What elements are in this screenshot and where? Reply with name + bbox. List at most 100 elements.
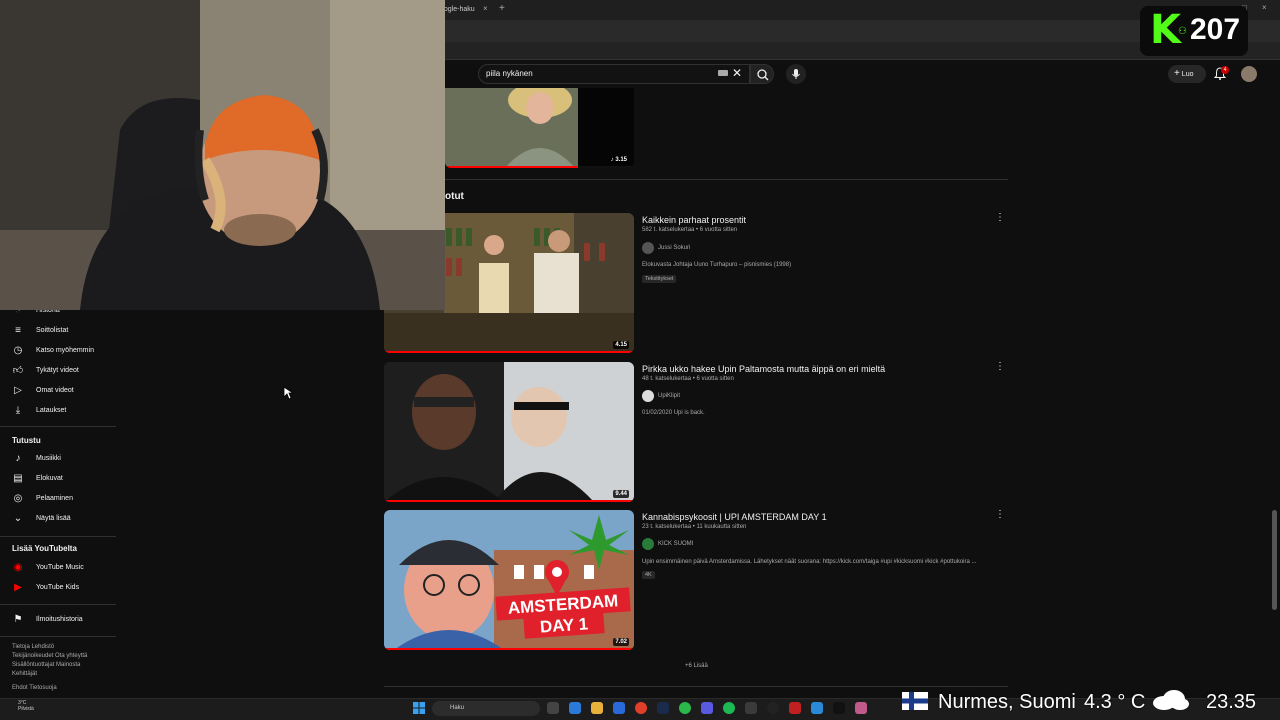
sidebar-divider bbox=[0, 636, 116, 637]
sidebar-item-report-history[interactable]: ⚑ Ilmoitushistoria bbox=[12, 612, 117, 630]
download-icon: ⤓ bbox=[15, 405, 21, 416]
youtube-kids-icon: ▶ bbox=[14, 582, 22, 593]
sidebar: ◔ Historia ≡ Soittolistat ◷ Katso myöhem… bbox=[0, 305, 120, 698]
app-icon[interactable] bbox=[833, 702, 845, 714]
sidebar-item-your-videos[interactable]: ▷ Omat videot bbox=[12, 383, 117, 401]
top-video-thumbnail[interactable]: ♪ 3.15 bbox=[445, 88, 634, 168]
sidebar-item-label: Musiikki bbox=[36, 455, 61, 462]
sidebar-item-label: Omat videot bbox=[36, 387, 74, 394]
stream-location: Nurmes, Suomi bbox=[938, 691, 1076, 713]
clear-search-icon[interactable]: ✕ bbox=[732, 66, 742, 80]
tab-close-icon[interactable]: × bbox=[483, 4, 488, 13]
channel-avatar[interactable] bbox=[642, 538, 654, 550]
sidebar-footer: Tietoja Lehdistö Tekijänoikeudet Ota yht… bbox=[12, 643, 112, 693]
finland-flag-icon bbox=[902, 692, 928, 710]
taskbar-search[interactable]: Haku bbox=[432, 701, 540, 716]
video-title-3[interactable]: Kannabispsykoosit | UPI AMSTERDAM DAY 1 bbox=[642, 512, 827, 522]
sidebar-item-movies[interactable]: ▤ Elokuvat bbox=[12, 471, 117, 489]
sidebar-divider bbox=[0, 604, 116, 605]
window-close-icon[interactable]: × bbox=[1262, 3, 1267, 12]
stream-time: 23.35 bbox=[1206, 691, 1257, 713]
video-thumbnail-3[interactable]: AMSTERDAM DAY 1 7.02 bbox=[384, 510, 634, 650]
sidebar-item-gaming[interactable]: ◎ Pelaaminen bbox=[12, 491, 117, 509]
spotify-icon[interactable] bbox=[723, 702, 735, 714]
search-button[interactable] bbox=[750, 64, 774, 84]
thumbs-up-icon: 👍︎ bbox=[12, 365, 24, 376]
voice-search-button[interactable] bbox=[786, 64, 806, 84]
show-more-link[interactable]: +6 Lisää bbox=[685, 663, 708, 669]
sidebar-item-label: YouTube Music bbox=[36, 564, 84, 571]
account-avatar[interactable] bbox=[1241, 66, 1257, 82]
viewer-count: 207 bbox=[1190, 13, 1241, 46]
video-description-3: Upin ensimmäinen päivä Amsterdamissa. Lä… bbox=[642, 559, 977, 565]
amsterdam-thumbnail-image: AMSTERDAM DAY 1 bbox=[384, 510, 634, 650]
page-scrollbar[interactable] bbox=[1272, 510, 1277, 610]
sidebar-item-show-more[interactable]: ⌄ Näytä lisää bbox=[12, 511, 117, 529]
more-actions-icon[interactable]: ⋮ bbox=[995, 510, 1005, 520]
more-actions-icon[interactable]: ⋮ bbox=[995, 213, 1005, 223]
footer-links-5[interactable]: Ehdot Tietosuoja bbox=[12, 684, 112, 693]
footer-links-3[interactable]: Sisällöntuottajat Mainosta bbox=[12, 661, 112, 670]
app-icon[interactable] bbox=[745, 702, 757, 714]
steam-icon[interactable] bbox=[657, 702, 669, 714]
video-duration: 7.02 bbox=[613, 638, 629, 646]
play-square-icon: ▷ bbox=[14, 385, 22, 396]
sidebar-item-downloads[interactable]: ⤓ Lataukset bbox=[12, 403, 117, 421]
video-title-2[interactable]: Pirkka ukko hakee Upin Paltamosta mutta … bbox=[642, 364, 885, 374]
watch-progress-bar bbox=[445, 166, 578, 168]
watch-progress-bar bbox=[384, 351, 634, 353]
app-icon[interactable] bbox=[767, 702, 779, 714]
portrait-image bbox=[445, 88, 634, 168]
channel-avatar[interactable] bbox=[642, 390, 654, 402]
sidebar-item-youtube-music[interactable]: ◉ YouTube Music bbox=[12, 560, 117, 578]
more-actions-icon[interactable]: ⋮ bbox=[995, 362, 1005, 372]
windows-start-icon[interactable] bbox=[413, 702, 425, 714]
store-icon[interactable] bbox=[613, 702, 625, 714]
sidebar-item-playlists[interactable]: ≡ Soittolistat bbox=[12, 323, 117, 341]
film-icon: ▤ bbox=[13, 473, 23, 484]
music-icon: ♪ bbox=[15, 453, 21, 464]
channel-name-2[interactable]: UpiKlipit bbox=[658, 393, 680, 399]
channel-name-3[interactable]: KICK SUOMI bbox=[658, 541, 693, 547]
footer-links-2[interactable]: Tekijänoikeudet Ota yhteyttä bbox=[12, 652, 112, 661]
chevron-down-icon: ⌄ bbox=[13, 513, 23, 524]
browser-tab-label[interactable]: oogle-haku bbox=[440, 2, 500, 20]
discord-icon[interactable] bbox=[701, 702, 713, 714]
keyboard-icon[interactable] bbox=[718, 70, 728, 76]
new-tab-icon[interactable]: + bbox=[499, 3, 505, 14]
plus-icon: + bbox=[1174, 68, 1180, 79]
mouse-cursor-icon bbox=[283, 386, 293, 400]
channel-name-1[interactable]: Jussi Sokuri bbox=[658, 245, 690, 251]
footer-links-1[interactable]: Tietoja Lehdistö bbox=[12, 643, 112, 652]
whatsapp-icon[interactable] bbox=[679, 702, 691, 714]
video-title-1[interactable]: Kaikkein parhaat prosentit bbox=[642, 215, 746, 225]
copilot-icon[interactable] bbox=[569, 702, 581, 714]
sidebar-item-music[interactable]: ♪ Musiikki bbox=[12, 451, 117, 469]
playlist-icon: ≡ bbox=[15, 325, 21, 336]
viewers-icon: ⚇ bbox=[1178, 26, 1187, 37]
sidebar-item-label: Elokuvat bbox=[36, 475, 63, 482]
search-query-text: piila nykänen bbox=[486, 69, 533, 78]
sidebar-item-watch-later[interactable]: ◷ Katso myöhemmin bbox=[12, 343, 117, 361]
video-duration: 9.44 bbox=[613, 490, 629, 498]
taskbar-weather[interactable]: 3°C Pilvistä bbox=[18, 700, 34, 712]
video-thumbnail-2[interactable]: 9.44 bbox=[384, 362, 634, 502]
app-icon[interactable] bbox=[855, 702, 867, 714]
channel-avatar[interactable] bbox=[642, 242, 654, 254]
captions-badge: Tekstitykset bbox=[642, 275, 677, 283]
kick-logo: K bbox=[1150, 7, 1181, 53]
task-view-icon[interactable] bbox=[547, 702, 559, 714]
chrome-icon[interactable] bbox=[635, 702, 647, 714]
sidebar-item-liked[interactable]: 👍︎ Tykätyt videot bbox=[12, 363, 117, 381]
sidebar-item-label: Lataukset bbox=[36, 407, 67, 414]
footer-links-4[interactable]: Kehittäjät bbox=[12, 670, 112, 679]
app-icon[interactable] bbox=[789, 702, 801, 714]
sidebar-item-youtube-kids[interactable]: ▶ YouTube Kids bbox=[12, 580, 117, 598]
sidebar-item-label: YouTube Kids bbox=[36, 584, 80, 591]
create-button[interactable]: + Luo bbox=[1168, 65, 1206, 83]
app-icon[interactable] bbox=[811, 702, 823, 714]
flag-icon: ⚑ bbox=[13, 614, 23, 625]
notification-badge: 4 bbox=[1221, 66, 1229, 74]
clock-icon: ◷ bbox=[13, 345, 23, 356]
file-explorer-icon[interactable] bbox=[591, 702, 603, 714]
